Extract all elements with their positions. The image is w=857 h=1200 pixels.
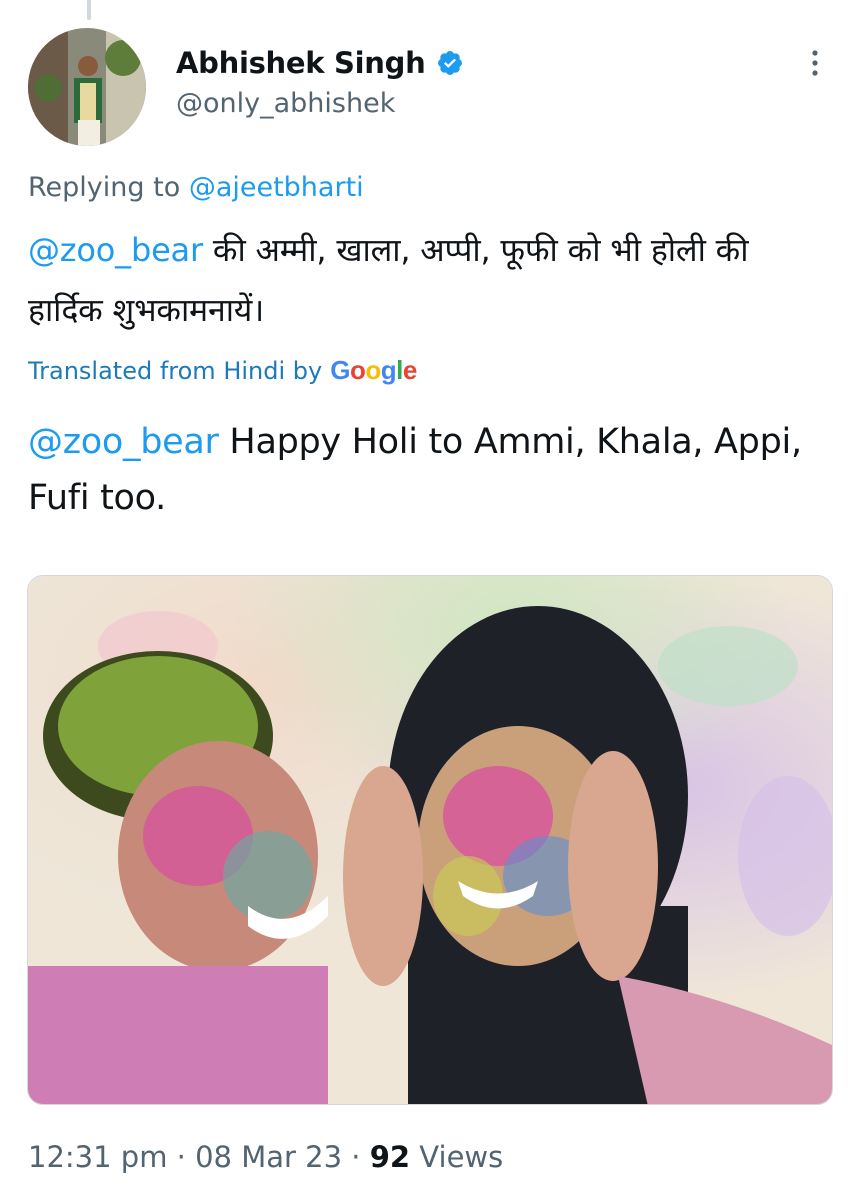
author-handle[interactable]: @only_abhishek <box>176 88 395 119</box>
views-count: 92 <box>369 1140 411 1174</box>
translated-text: @zoo_bear Happy Holi to Ammi, Khala, App… <box>28 414 828 526</box>
tweet-text: @zoo_bear की अम्मी, खाला, अप्पी, फूफी को… <box>28 220 808 340</box>
verified-badge-icon <box>436 49 464 77</box>
meta-separator: · <box>167 1140 196 1174</box>
google-logo: Google <box>330 355 417 385</box>
tweet-media-photo[interactable] <box>27 575 833 1105</box>
replying-to-line: Replying to @ajeetbharti <box>28 172 364 203</box>
views-label: Views <box>410 1140 504 1174</box>
meta-separator: · <box>342 1140 370 1174</box>
tweet-time[interactable]: 12:31 pm <box>28 1140 167 1174</box>
tweet-mention-link[interactable]: @zoo_bear <box>28 231 203 269</box>
reply-to-mention-link[interactable]: @ajeetbharti <box>189 172 364 203</box>
translated-label: Translated from Hindi by <box>28 356 323 385</box>
translation-mention-link[interactable]: @zoo_bear <box>28 422 219 462</box>
avatar[interactable] <box>28 28 146 146</box>
more-options-icon[interactable] <box>798 46 832 80</box>
author-display-name[interactable]: Abhishek Singh <box>176 46 426 80</box>
tweet-date[interactable]: 08 Mar 23 <box>195 1140 342 1174</box>
tweet-meta: 12:31 pm · 08 Mar 23 · 92 Views <box>28 1140 503 1174</box>
replying-to-label: Replying to <box>28 172 189 203</box>
thread-connector-line <box>87 0 91 20</box>
translated-notice[interactable]: Translated from Hindi by Google <box>28 355 417 386</box>
